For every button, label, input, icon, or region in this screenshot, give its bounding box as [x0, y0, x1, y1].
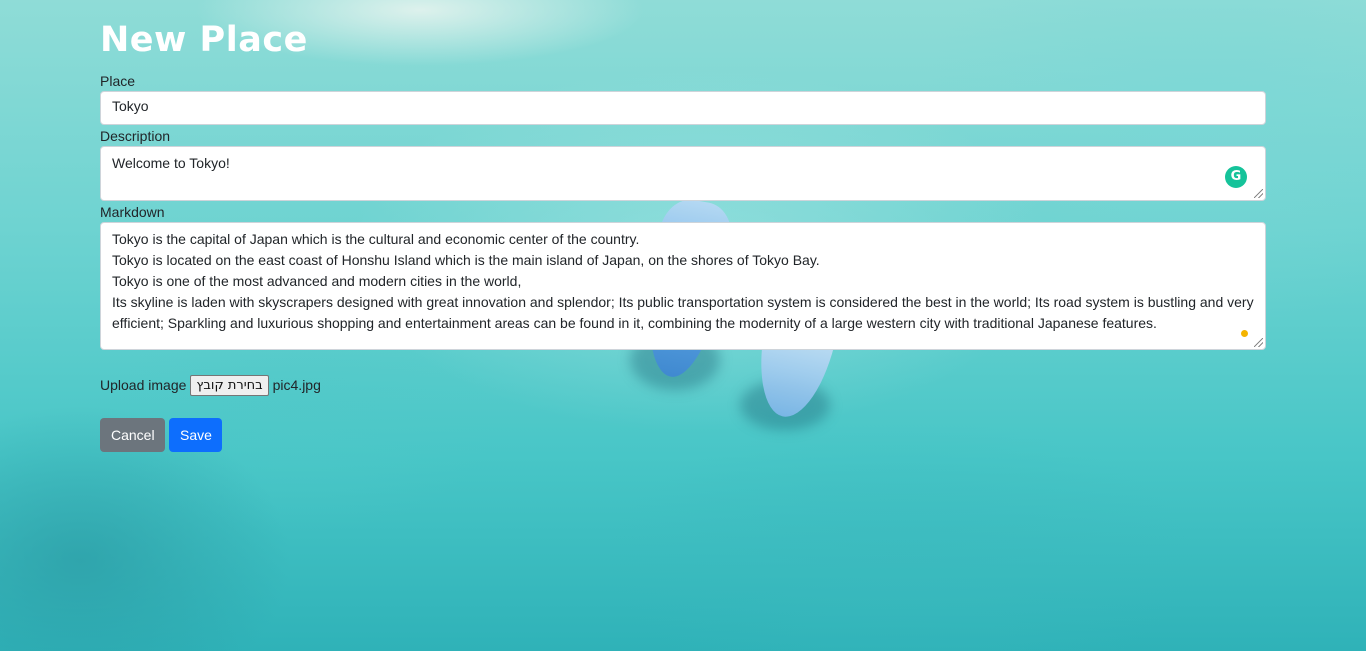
place-input-value: Tokyo: [112, 98, 149, 114]
description-label: Description: [100, 128, 171, 144]
markdown-textarea[interactable]: Tokyo is the capital of Japan which is t…: [100, 222, 1266, 350]
place-input[interactable]: Tokyo: [100, 91, 1266, 125]
upload-label: Upload image: [100, 377, 187, 393]
description-textarea[interactable]: Welcome to Tokyo! G: [100, 146, 1266, 201]
upload-row: Upload image בחירת קובץ pic4.jpg: [100, 373, 321, 397]
grammarly-icon[interactable]: G: [1225, 166, 1247, 188]
grammarly-status-dot: [1241, 330, 1248, 337]
markdown-value: Tokyo is the capital of Japan which is t…: [112, 231, 1254, 331]
page-title: New Place: [100, 20, 308, 60]
resize-handle[interactable]: [1254, 338, 1263, 347]
save-button[interactable]: Save: [169, 418, 222, 452]
place-label: Place: [100, 73, 136, 89]
markdown-label: Markdown: [100, 204, 165, 220]
resize-handle[interactable]: [1254, 189, 1263, 198]
description-value: Welcome to Tokyo!: [112, 155, 230, 171]
choose-file-button[interactable]: בחירת קובץ: [190, 374, 269, 396]
cancel-button[interactable]: Cancel: [100, 418, 165, 452]
file-name: pic4.jpg: [272, 377, 321, 393]
